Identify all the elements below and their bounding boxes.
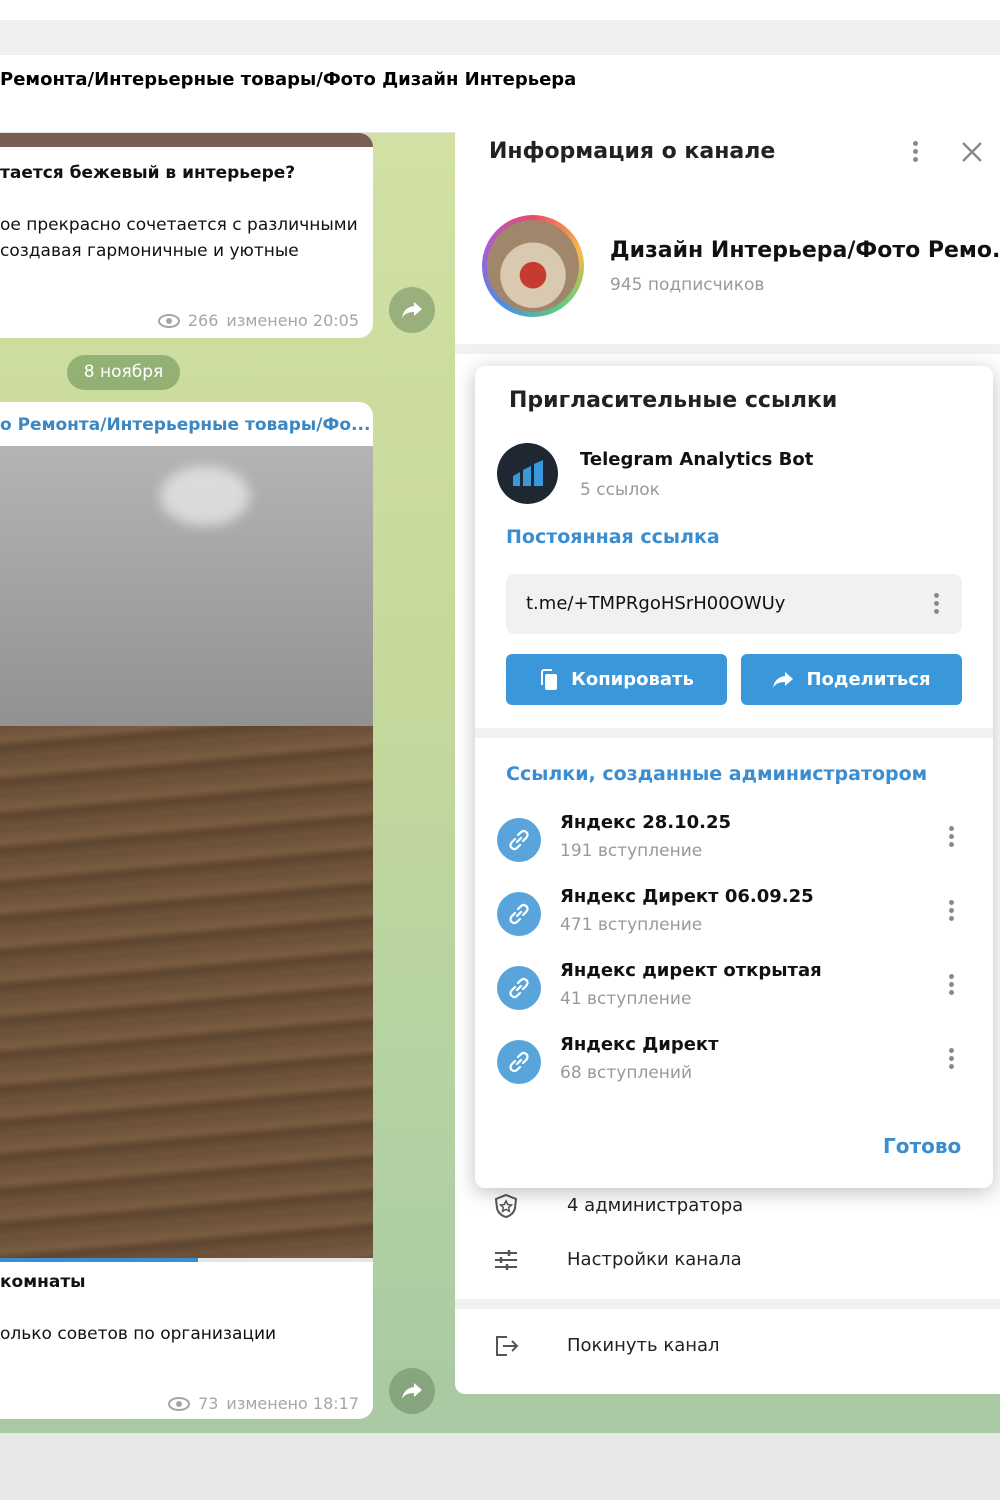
window-top-bar (0, 20, 1000, 56)
edited-time: изменено 20:05 (226, 311, 359, 330)
channel-settings-label: Настройки канала (567, 1249, 742, 1270)
eye-icon (157, 313, 180, 328)
video-progress-bar[interactable] (0, 1258, 373, 1262)
leave-channel-label: Покинуть канал (567, 1335, 720, 1356)
link-more-button[interactable] (943, 971, 959, 1001)
app-window: Ремонта/Интерьерные товары/Фото Дизайн И… (0, 0, 1000, 1500)
link-joins: 41 вступление (560, 989, 692, 1009)
permanent-link-field[interactable]: t.me/+TMPRgoHSrH00OWUy (506, 574, 962, 634)
channel-avatar[interactable] (482, 215, 584, 317)
share-button[interactable]: Поделиться (741, 654, 962, 705)
forward-icon (402, 302, 422, 318)
edited-time: изменено 18:17 (226, 1394, 359, 1413)
permanent-link-text: t.me/+TMPRgoHSrH00OWUy (526, 593, 786, 614)
post-meta: 266 изменено 20:05 (157, 311, 359, 330)
invite-link-item[interactable]: Яндекс 28.10.25 191 вступление (475, 810, 993, 884)
video-progress-fill (0, 1258, 198, 1262)
copy-label: Копировать (571, 669, 694, 690)
link-icon (497, 818, 541, 862)
link-icon (497, 966, 541, 1010)
copy-button[interactable]: Копировать (506, 654, 727, 705)
channel-name: Дизайн Интерьера/Фото Ремо... (610, 238, 1000, 263)
invite-links-dialog: Пригласительные ссылки Telegram Analytic… (475, 366, 993, 1188)
link-name: Яндекс 28.10.25 (560, 812, 732, 833)
chat-title: Ремонта/Интерьерные товары/Фото Дизайн И… (0, 69, 577, 90)
forward-button[interactable] (389, 1368, 435, 1414)
done-button[interactable]: Готово (883, 1134, 961, 1158)
bottom-area (0, 1433, 1000, 1500)
message-bubble[interactable]: тается бежевый в интерьере? ое прекрасно… (0, 133, 373, 338)
link-name: Яндекс директ открытая (560, 960, 822, 981)
more-options-button[interactable] (907, 138, 923, 168)
sliders-icon (495, 1250, 517, 1270)
invite-link-item[interactable]: Яндекс директ открытая 41 вступление (475, 958, 993, 1032)
link-name: Яндекс Директ (560, 1034, 719, 1055)
post-image-strip (0, 133, 373, 147)
panel-title: Информация о канале (489, 139, 776, 164)
link-joins: 471 вступление (560, 915, 703, 935)
share-label: Поделиться (806, 669, 931, 690)
analytics-chart-icon (512, 459, 543, 486)
view-count: 73 (198, 1394, 219, 1413)
subscriber-count: 945 подписчиков (610, 275, 765, 295)
invite-link-item[interactable]: Яндекс Директ 06.09.25 471 вступление (475, 884, 993, 958)
post-meta: 73 изменено 18:17 (168, 1394, 359, 1413)
post-text-line: ое прекрасно сочетается с различными (0, 215, 358, 235)
divider (455, 344, 1000, 354)
admins-label: 4 администратора (567, 1195, 744, 1216)
link-icon (497, 892, 541, 936)
channel-settings-row[interactable]: Настройки канала (455, 1234, 1000, 1288)
link-more-button[interactable] (943, 823, 959, 853)
link-more-button[interactable] (943, 1045, 959, 1075)
video-frame-floor (0, 726, 373, 1258)
view-count: 266 (187, 311, 219, 330)
invite-link-item[interactable]: Яндекс Директ 68 вступлений (475, 1032, 993, 1106)
divider (475, 728, 993, 738)
link-joins: 191 вступление (560, 841, 703, 861)
close-icon[interactable] (959, 139, 985, 165)
link-more-button[interactable] (943, 897, 959, 927)
post-video[interactable] (0, 446, 373, 1258)
bot-links-count: 5 ссылок (580, 480, 660, 500)
forward-icon (402, 1383, 422, 1399)
shield-star-icon (494, 1193, 518, 1219)
video-frame-light (160, 466, 250, 526)
link-more-button[interactable] (928, 590, 944, 620)
forward-button[interactable] (389, 287, 435, 333)
post-text-line: создавая гармоничные и уютные (0, 241, 299, 261)
date-separator: 8 ноября (67, 355, 180, 390)
bot-avatar[interactable] (497, 443, 558, 504)
link-icon (497, 1040, 541, 1084)
link-joins: 68 вступлений (560, 1063, 693, 1083)
eye-icon (168, 1396, 191, 1411)
dialog-title: Пригласительные ссылки (509, 388, 838, 413)
post-author[interactable]: о Ремонта/Интерьерные товары/Фо... (0, 415, 370, 435)
share-icon (773, 671, 794, 688)
divider (455, 1299, 1000, 1309)
message-bubble[interactable]: о Ремонта/Интерьерные товары/Фо... комна… (0, 402, 373, 1419)
post-text-line: олько советов по организации (0, 1324, 277, 1344)
post-heading: тается бежевый в интерьере? (0, 163, 296, 183)
admin-links-label: Ссылки, созданные администратором (506, 763, 928, 785)
post-heading: комнаты (0, 1272, 86, 1292)
leave-icon (496, 1336, 519, 1356)
link-name: Яндекс Директ 06.09.25 (560, 886, 814, 907)
permanent-link-label: Постоянная ссылка (506, 526, 720, 548)
bot-name: Telegram Analytics Bot (580, 449, 814, 470)
copy-icon (541, 668, 558, 690)
leave-channel-row[interactable]: Покинуть канал (455, 1320, 1000, 1374)
admins-row[interactable]: 4 администратора (455, 1180, 1000, 1234)
